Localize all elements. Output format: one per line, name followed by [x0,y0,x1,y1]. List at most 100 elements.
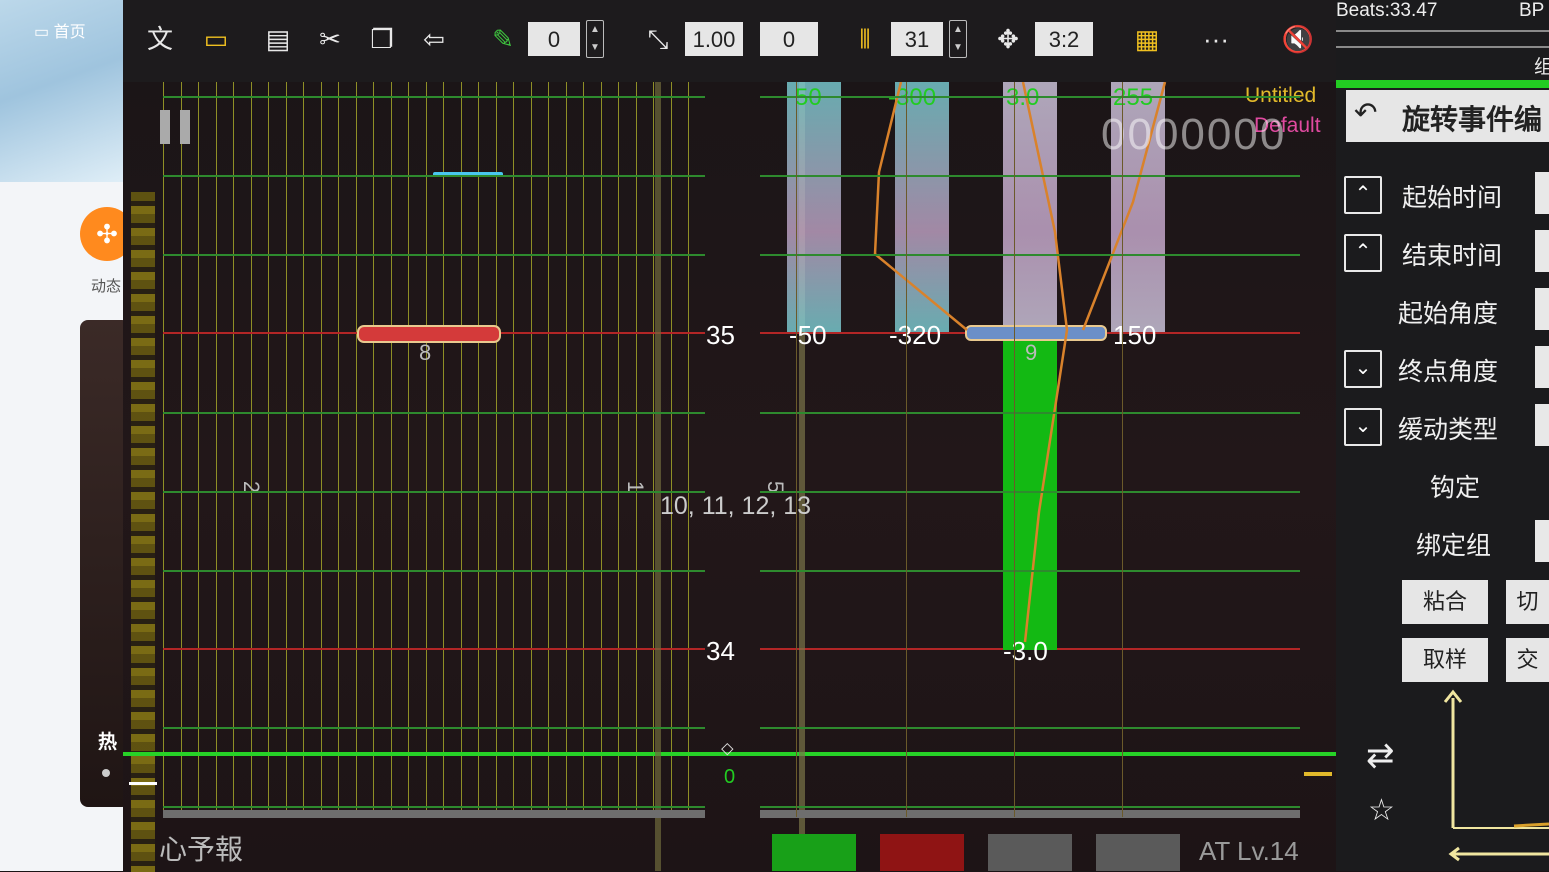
bind-group-input[interactable] [1535,520,1549,562]
move-icon[interactable]: ✥ [991,22,1025,56]
side-char: 组 [1534,57,1549,78]
grid-column-line [513,82,514,817]
field-end-angle[interactable]: ⌄ 终点角度 [1336,346,1549,392]
field-easing[interactable]: ⌄ 缓动类型 [1336,404,1549,450]
grid-row-line [760,412,1300,414]
beat-label-34: 34 [706,636,735,666]
value-a-field[interactable]: 0 [528,22,580,56]
grid-column-line [495,82,497,817]
back-arrow-icon[interactable]: ↶ [1354,96,1377,129]
easing-label: 缓动类型 [1398,416,1499,444]
grid-row-line [760,491,1300,493]
end-time-input[interactable] [1535,230,1549,272]
dynamic-label: 动态 [91,278,122,295]
grid-column-line [320,82,322,817]
folder-star-icon[interactable]: ☆ [1368,793,1395,828]
level-label: AT Lv.14 [1199,836,1299,866]
start-angle-label: 起始角度 [1398,300,1499,328]
diamond-marker-icon[interactable]: ⬦ [721,738,735,762]
easing-select[interactable] [1535,404,1549,446]
ratio-field[interactable]: 3:2 [1035,22,1093,56]
chevron-down-icon[interactable]: ⌄ [1344,408,1382,446]
grid-row-line [163,570,705,572]
grid-column-line [600,82,602,817]
translate-icon[interactable]: 文 [143,22,177,56]
chevron-up-icon[interactable]: ⌃ [1344,176,1382,214]
grid-column-line [268,82,269,817]
home-link[interactable]: ▭ 首页 [34,18,86,42]
beat-line-34 [163,648,705,650]
waveform-strip [131,192,155,872]
grid-row-line [760,806,1300,808]
grid-column-line [355,82,357,817]
panel-title: 旋转事件编 [1402,104,1543,135]
grid-row-line [163,254,705,256]
end-angle-input[interactable] [1535,346,1549,388]
event-value-1: -50 [789,320,827,350]
grid-column-line [635,82,637,817]
gray-tab-1[interactable] [988,834,1072,871]
beat-div-stepper[interactable]: ▲ ▼ [949,20,967,58]
chevron-up-icon[interactable]: ⌃ [1344,234,1382,272]
monitor-icon[interactable]: ▭ [199,22,233,56]
event-grid-line [1014,82,1015,817]
bpm-readout: BP [1519,0,1545,21]
value-a-stepper[interactable]: ▲ ▼ [586,20,604,58]
grid-column-line [460,82,462,817]
easing-curve-preview [1444,689,1549,862]
beat-div-field[interactable]: 31 [891,22,943,56]
beat-lines-icon[interactable]: ⦀ [848,22,882,56]
grid-column-line [530,82,532,817]
chevron-down-icon[interactable]: ⌄ [1344,350,1382,388]
shrink-icon[interactable]: ⤡ [641,22,675,56]
grid-column-line [215,82,217,817]
scissors-icon[interactable]: ✂ [313,22,347,56]
grid-row-line [163,727,705,729]
layout-icon[interactable]: ▦ [1130,22,1164,56]
green-tab[interactable] [772,834,856,871]
grid-column-line [373,82,374,817]
field-end-time[interactable]: ⌃ 结束时间 [1336,230,1549,276]
left-scrollbar[interactable] [163,810,705,818]
copy-icon[interactable]: ❐ [365,22,399,56]
score-display: 0000000 [1101,110,1287,159]
grid-column-line [303,82,304,817]
grid-row-line [760,727,1300,729]
zero-label: 0 [724,766,736,788]
start-time-input[interactable] [1535,172,1549,214]
panel-title-bar[interactable]: ↶ 旋转事件编 [1346,90,1549,142]
sample-button[interactable]: 取样 [1402,638,1488,682]
chart-editor-canvas[interactable]: 8 2 1 5 10, 11, 12, 13 35 34 ⬦ 0 9 50 -3… [123,82,1336,872]
field-start-angle[interactable]: 起始角度 [1336,288,1549,334]
grid-row-line [163,175,705,177]
paste-doc-icon[interactable]: ▤ [261,22,295,56]
grid-column-line [163,82,164,817]
event-grid-line [796,82,797,817]
value-b-field[interactable]: 0 [760,22,818,56]
more-icon[interactable]: ··· [1199,22,1233,56]
cut-button[interactable]: 切 [1506,580,1549,624]
field-start-time[interactable]: ⌃ 起始时间 [1336,172,1549,218]
panel-green-bar [1336,80,1549,88]
field-bind-group[interactable]: 绑定组 [1336,520,1549,566]
speed-field[interactable]: 1.00 [685,22,743,56]
exit-icon[interactable]: ⇦ [417,22,451,56]
note-grid[interactable] [163,82,705,817]
pager-dot[interactable] [102,769,110,777]
snap-button[interactable]: 粘合 [1402,580,1488,624]
route-icon[interactable]: ⇄ [1366,736,1395,776]
grid-column-line [338,82,339,817]
gray-tab-2[interactable] [1096,834,1180,871]
right-scrollbar[interactable] [760,810,1300,818]
red-tab[interactable] [880,834,964,871]
start-angle-input[interactable] [1535,288,1549,330]
edit-icon[interactable]: ✎ [486,22,520,56]
start-time-label: 起始时间 [1402,184,1503,212]
browser-side-strip: ▭ 首页 ✣ 动态 热 [0,0,134,871]
swap-button[interactable]: 交 [1506,638,1549,682]
mute-icon[interactable]: 🔇 [1281,22,1315,56]
field-hook[interactable]: 钩定 [1336,462,1549,508]
grid-column-line [443,82,444,817]
grid-row-line [163,412,705,414]
pause-icon[interactable] [160,110,192,144]
